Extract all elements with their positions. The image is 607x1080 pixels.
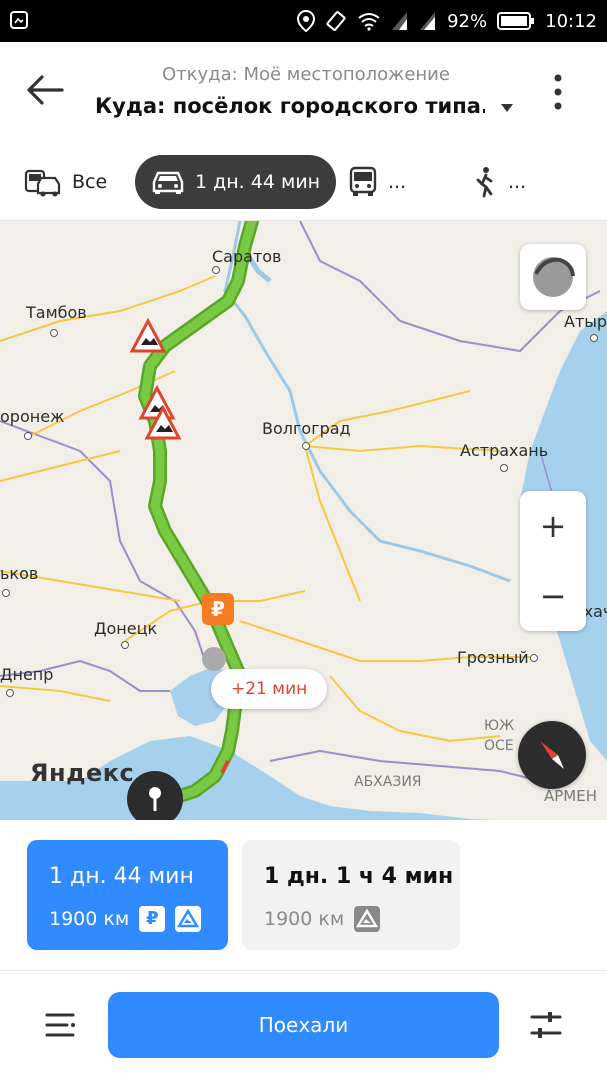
settings-sliders-icon bbox=[530, 1012, 562, 1038]
battery-percent: 92% bbox=[447, 10, 488, 32]
region-label: АБХАЗИЯ bbox=[354, 774, 422, 790]
road-warning-icon[interactable] bbox=[129, 317, 167, 353]
city-label: Днепр bbox=[0, 665, 54, 684]
yandex-logo: Яндекс bbox=[30, 759, 135, 787]
route-settings-button[interactable] bbox=[524, 1003, 568, 1047]
compass-icon bbox=[540, 741, 564, 769]
city-label: Грозный bbox=[457, 648, 529, 667]
bottom-bar: Поехали bbox=[0, 971, 607, 1080]
back-button[interactable] bbox=[18, 62, 74, 118]
notification-icon bbox=[8, 9, 30, 31]
route-time: 1 дн. 44 мин bbox=[49, 864, 194, 889]
region-label: ЮЖ bbox=[484, 718, 515, 734]
from-field[interactable]: Откуда: Моё местоположение bbox=[162, 64, 450, 85]
traffic-icon bbox=[533, 257, 575, 297]
route-options: 1 дн. 44 мин 1900 км ₽ 1 дн. 1 ч 4 мин 1… bbox=[0, 820, 607, 971]
map-view[interactable]: ₽ Саратов Тамбов Атыр оронеж Волгоград А… bbox=[0, 220, 607, 821]
route-list-button[interactable] bbox=[38, 1003, 82, 1047]
city-label: Волгоград bbox=[262, 419, 351, 438]
mode-label: Все bbox=[72, 171, 108, 193]
city-label: Тамбов bbox=[26, 303, 87, 322]
toll-icon: ₽ bbox=[139, 906, 166, 932]
status-bar: 92% 10:12 bbox=[0, 0, 607, 42]
location-icon bbox=[297, 10, 316, 32]
city-dot bbox=[50, 329, 58, 337]
back-arrow-icon bbox=[27, 75, 64, 105]
clock: 10:12 bbox=[545, 10, 597, 32]
city-dot bbox=[590, 334, 598, 342]
mode-label: ... bbox=[508, 171, 527, 193]
to-field[interactable]: Куда: посёлок городского типа... bbox=[95, 94, 485, 118]
route-distance: 1900 км bbox=[264, 908, 345, 930]
road-warning-icon bbox=[354, 906, 381, 932]
city-dot bbox=[500, 464, 508, 472]
city-label: оронеж bbox=[0, 407, 65, 426]
walk-icon bbox=[476, 167, 493, 198]
mode-transit[interactable]: ... bbox=[348, 155, 406, 209]
transport-modes: Все 1 дн. 44 мин ... ... bbox=[0, 150, 607, 220]
car-icon bbox=[152, 171, 184, 194]
city-dot bbox=[2, 589, 10, 597]
city-dot bbox=[24, 432, 32, 440]
city-label: Астрахань bbox=[460, 441, 549, 460]
mode-car[interactable]: 1 дн. 44 мин bbox=[135, 155, 337, 209]
route-distance: 1900 км bbox=[49, 908, 130, 930]
signal-icon bbox=[391, 11, 409, 31]
mode-label: 1 дн. 44 мин bbox=[195, 171, 321, 193]
city-dot bbox=[6, 689, 14, 697]
route-list-icon bbox=[45, 1013, 75, 1037]
more-button[interactable] bbox=[538, 68, 578, 116]
city-label: Атыр bbox=[564, 312, 607, 331]
city-label: ьков bbox=[0, 564, 39, 583]
route-card-alternative[interactable]: 1 дн. 1 ч 4 мин 1900 км bbox=[242, 840, 460, 950]
wifi-icon bbox=[357, 11, 381, 31]
zoom-out-button[interactable]: − bbox=[520, 561, 586, 631]
region-label: ОСЕ bbox=[484, 738, 514, 754]
city-label: Саратов bbox=[212, 247, 282, 266]
signal-icon bbox=[419, 11, 437, 31]
layers-button[interactable] bbox=[520, 244, 586, 310]
city-dot bbox=[212, 266, 220, 274]
mode-walk[interactable]: ... bbox=[472, 155, 526, 209]
city-dot bbox=[302, 442, 310, 450]
map-canvas bbox=[0, 221, 607, 821]
road-warning-icon bbox=[175, 906, 202, 932]
car-and-bus-icon bbox=[24, 169, 61, 197]
zoom-controls: + − bbox=[520, 491, 586, 631]
compass-button[interactable] bbox=[518, 721, 586, 789]
alt-route-time-badge[interactable]: +21 мин bbox=[211, 669, 328, 709]
route-card-selected[interactable]: 1 дн. 44 мин 1900 км ₽ bbox=[27, 840, 228, 950]
city-dot bbox=[530, 654, 538, 662]
battery-icon bbox=[497, 11, 535, 31]
region-label: АРМЕН bbox=[544, 787, 598, 805]
bus-icon bbox=[349, 166, 377, 196]
route-time: 1 дн. 1 ч 4 мин bbox=[264, 864, 454, 889]
more-vert-icon bbox=[554, 74, 562, 110]
go-button[interactable]: Поехали bbox=[108, 992, 499, 1058]
vibrate-icon bbox=[325, 10, 347, 32]
city-dot bbox=[121, 641, 129, 649]
dropdown-triangle-icon[interactable] bbox=[496, 98, 518, 118]
mode-all[interactable]: Все bbox=[24, 155, 107, 209]
route-header: Откуда: Моё местоположение Куда: посёлок… bbox=[0, 42, 607, 142]
toll-marker-label: ₽ bbox=[211, 597, 225, 621]
mode-label: ... bbox=[388, 171, 407, 193]
zoom-in-button[interactable]: + bbox=[520, 491, 586, 561]
city-label: Донецк bbox=[94, 619, 158, 638]
